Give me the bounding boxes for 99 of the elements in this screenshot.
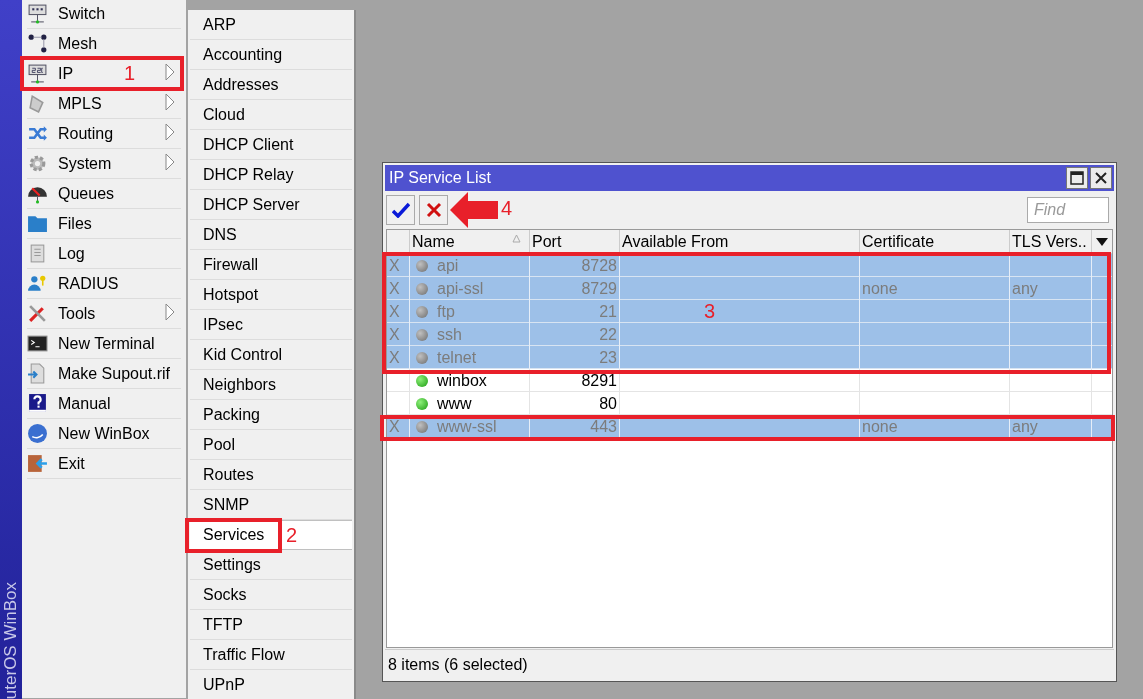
- flag-label: X: [389, 280, 400, 297]
- table-cell-text: ssh: [437, 325, 462, 345]
- nodes-icon: [27, 33, 48, 54]
- tools-icon: [27, 303, 48, 324]
- menu-item[interactable]: Make Supout.rif: [58, 361, 171, 386]
- submenu-item[interactable]: Hotspot: [190, 280, 352, 310]
- submenu-item[interactable]: UPnP: [190, 670, 352, 699]
- exit-door-icon: [27, 453, 48, 474]
- flag-label: X: [389, 326, 400, 343]
- submenu-item[interactable]: Pool: [190, 430, 352, 460]
- sort-icon: [512, 234, 521, 243]
- folder-icon: [27, 213, 48, 234]
- table-cell-text: telnet: [437, 348, 477, 368]
- enable-button[interactable]: [386, 195, 415, 225]
- submenu-item[interactable]: TFTP: [190, 610, 352, 640]
- flag-label: X: [389, 303, 400, 320]
- menu-item[interactable]: Routing: [58, 121, 114, 146]
- column-header[interactable]: TLS Vers..: [1010, 230, 1092, 254]
- flag-label: X: [389, 418, 400, 435]
- window-title: IP Service List: [389, 168, 491, 188]
- table-cell: any: [1012, 280, 1038, 297]
- find-field[interactable]: Find: [1027, 197, 1109, 223]
- column-header[interactable]: Certificate: [860, 230, 1010, 254]
- table-cell: 8729: [581, 280, 617, 297]
- table-cell-text: api-ssl: [437, 279, 484, 299]
- ip-icon: [27, 63, 48, 84]
- table-cell: any: [1012, 418, 1038, 435]
- submenu-item[interactable]: Socks: [190, 580, 352, 610]
- submenu-item[interactable]: Packing: [190, 400, 352, 430]
- annotation-number: 2: [286, 523, 298, 547]
- status-text: 8 items (6 selected): [388, 654, 528, 675]
- menu-item[interactable]: New Terminal: [58, 331, 155, 356]
- submenu-item[interactable]: DNS: [190, 220, 352, 250]
- submenu-item[interactable]: Cloud: [190, 100, 352, 130]
- table-cell: 80: [599, 395, 617, 412]
- table-cell-text: www-ssl: [437, 417, 497, 437]
- menu-item[interactable]: MPLS: [58, 91, 102, 116]
- submenu-item[interactable]: DHCP Relay: [190, 160, 352, 190]
- menu-item[interactable]: Mesh: [58, 31, 98, 56]
- menu-item[interactable]: IP: [58, 61, 74, 86]
- submenu-item[interactable]: IPsec: [190, 310, 352, 340]
- column-header[interactable]: Name: [410, 230, 530, 254]
- table-cell-text: www: [437, 394, 472, 414]
- table-cell: 8291: [581, 372, 617, 389]
- table-cell: 443: [590, 418, 617, 435]
- menu-item[interactable]: Tools: [58, 301, 96, 326]
- table-cell: 8728: [581, 257, 617, 274]
- table-cell-text: winbox: [437, 371, 487, 391]
- gear-icon: [27, 153, 48, 174]
- menu-item[interactable]: Manual: [58, 391, 111, 416]
- table-cell: 23: [599, 349, 617, 366]
- close-icon: [1094, 171, 1108, 185]
- menu-item[interactable]: New WinBox: [58, 421, 150, 446]
- column-header[interactable]: Port: [530, 230, 620, 254]
- menu-item[interactable]: Files: [58, 211, 92, 236]
- menu-item[interactable]: Exit: [58, 451, 85, 476]
- table-cell-text: api: [437, 256, 459, 276]
- flag-label: X: [389, 349, 400, 366]
- checkmark-icon: [391, 202, 410, 218]
- submenu-item[interactable]: DHCP Server: [190, 190, 352, 220]
- cross-icon: [425, 202, 442, 218]
- submenu-item[interactable]: Accounting: [190, 40, 352, 70]
- menu-item[interactable]: Queues: [58, 181, 115, 206]
- menu-item[interactable]: Switch: [58, 1, 106, 26]
- submenu-item[interactable]: Settings: [190, 550, 352, 580]
- submenu-item[interactable]: DHCP Client: [190, 130, 352, 160]
- disable-button[interactable]: [419, 195, 448, 225]
- sidebar-label: uterOS WinBox: [1, 581, 21, 699]
- table-cell: 22: [599, 326, 617, 343]
- table-cell-text: ftp: [437, 302, 455, 322]
- users-icon: [27, 273, 48, 294]
- annotation-number: 1: [124, 61, 136, 85]
- close-button[interactable]: [1090, 167, 1112, 189]
- table-cell: none: [862, 280, 898, 297]
- column-header[interactable]: Available From: [620, 230, 860, 254]
- switch-icon: [27, 3, 48, 24]
- flag-label: X: [389, 257, 400, 274]
- globe-icon: [27, 423, 48, 444]
- submenu-item[interactable]: Addresses: [190, 70, 352, 100]
- submenu-item[interactable]: Traffic Flow: [190, 640, 352, 670]
- submenu-item[interactable]: Firewall: [190, 250, 352, 280]
- menu-item[interactable]: RADIUS: [58, 271, 119, 296]
- table-cell: none: [862, 418, 898, 435]
- arrow-icon: [450, 192, 498, 228]
- menu-item[interactable]: System: [58, 151, 112, 176]
- annotation-number: 4: [501, 196, 513, 220]
- table-row[interactable]: www 80: [387, 392, 1112, 415]
- terminal-icon: [27, 333, 48, 354]
- dropdown-caret-icon: [1096, 238, 1108, 246]
- submenu-item[interactable]: Routes: [190, 460, 352, 490]
- maximize-button[interactable]: [1066, 167, 1088, 189]
- submenu-item[interactable]: Neighbors: [190, 370, 352, 400]
- help-book-icon: [27, 393, 48, 414]
- submenu-item[interactable]: Kid Control: [190, 340, 352, 370]
- submenu-item[interactable]: ARP: [190, 10, 352, 40]
- maximize-icon: [1070, 171, 1084, 185]
- menu-item[interactable]: Log: [58, 241, 85, 266]
- table-cell: 21: [599, 303, 617, 320]
- annotation-number: 3: [704, 299, 716, 323]
